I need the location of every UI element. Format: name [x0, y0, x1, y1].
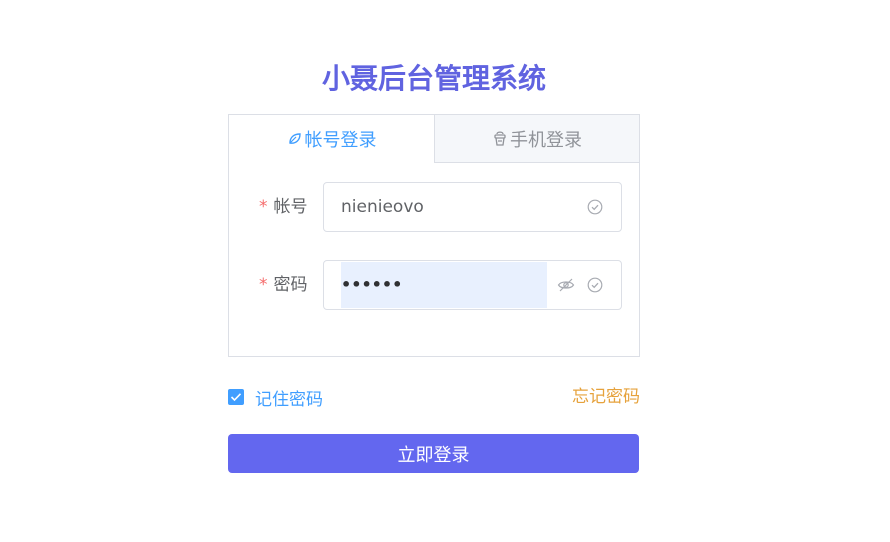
tab-phone-login-label: 手机登录: [510, 129, 582, 151]
account-input-value: nienieovo: [341, 197, 424, 217]
account-label: * 帐号: [259, 182, 308, 232]
account-input[interactable]: nienieovo: [323, 182, 622, 232]
password-input-value: ••••••: [341, 275, 403, 294]
check-circle-icon: [587, 183, 603, 231]
eye-off-icon[interactable]: [557, 261, 575, 309]
tab-account-login-label: 帐号登录: [304, 130, 377, 151]
login-button[interactable]: 立即登录: [228, 434, 639, 473]
checkbox-checked-icon[interactable]: [228, 389, 244, 405]
tab-phone-login[interactable]: 手机登录: [434, 115, 639, 163]
required-mark: *: [259, 275, 268, 295]
password-label-text: 密码: [273, 275, 308, 295]
remember-password-label: 记住密码: [255, 389, 323, 410]
login-page: 小聂后台管理系统 帐号登录 手机登录 * 帐号 nienieovo * 密码 •…: [0, 0, 890, 542]
required-mark: *: [259, 197, 268, 217]
login-tabs: 帐号登录 手机登录: [229, 115, 639, 163]
basket-icon: [492, 130, 508, 148]
password-form-item: * 密码 ••••••: [229, 260, 639, 310]
forgot-password-link[interactable]: 忘记密码: [568, 386, 640, 408]
remember-password-checkbox[interactable]: 记住密码: [228, 386, 323, 410]
page-title: 小聂后台管理系统: [321, 62, 546, 95]
leaf-icon: [287, 131, 303, 147]
password-input[interactable]: ••••••: [323, 260, 622, 310]
login-card: 帐号登录 手机登录 * 帐号 nienieovo * 密码 ••••••: [228, 114, 640, 357]
account-form-item: * 帐号 nienieovo: [229, 182, 639, 232]
account-label-text: 帐号: [273, 197, 308, 217]
check-circle-icon: [587, 261, 603, 309]
password-label: * 密码: [259, 260, 308, 310]
tab-account-login[interactable]: 帐号登录: [229, 115, 434, 163]
